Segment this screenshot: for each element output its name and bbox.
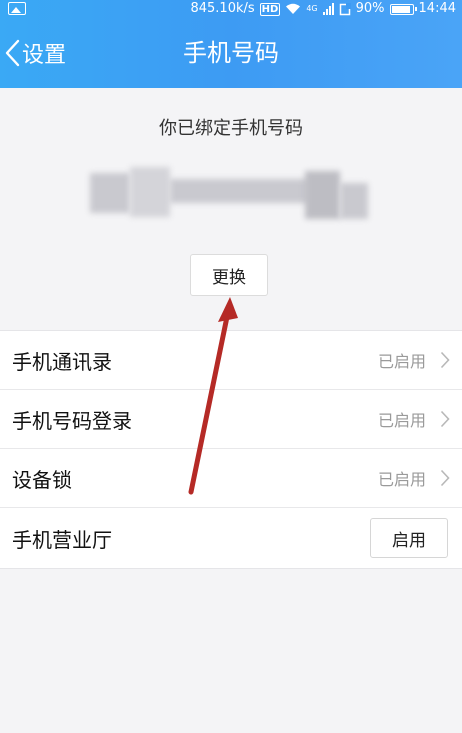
list-item-device-lock[interactable]: 设备锁 已启用 <box>0 449 462 508</box>
item-status: 已启用 <box>377 411 426 430</box>
wifi-icon <box>286 3 301 14</box>
list-item-mobile-service-hall: 手机营业厅 启用 <box>0 508 462 568</box>
battery-percent: 90% <box>355 1 385 16</box>
item-status: 已启用 <box>377 352 426 371</box>
list-item-phone-login[interactable]: 手机号码登录 已启用 <box>0 390 462 449</box>
rotation-lock-icon <box>339 2 351 15</box>
bound-phone-label: 你已绑定手机号码 <box>159 118 303 139</box>
settings-list: 手机通讯录 已启用 手机号码登录 已启用 设备锁 已启用 手机营业厅 启用 <box>0 330 462 569</box>
status-indicators: 845.10k/s HD 4G 90% 14:44 <box>190 0 456 18</box>
header-bar: 845.10k/s HD 4G 90% 14:44 设置 手机号码 <box>0 0 462 88</box>
item-label: 手机通讯录 <box>12 349 112 374</box>
chevron-left-icon <box>5 39 20 67</box>
navigation-bar: 设置 手机号码 <box>0 18 462 88</box>
clock: 14:44 <box>418 1 456 16</box>
change-phone-button[interactable]: 更换 <box>190 254 268 296</box>
signal-icon <box>322 3 334 15</box>
chevron-right-icon <box>440 469 450 487</box>
hd-voice-icon: HD <box>259 2 281 16</box>
network-type: 4G <box>306 4 318 13</box>
battery-icon <box>389 3 417 15</box>
chevron-right-icon <box>440 351 450 369</box>
list-item-contacts[interactable]: 手机通讯录 已启用 <box>0 331 462 390</box>
network-speed: 845.10k/s <box>190 1 255 16</box>
status-bar: 845.10k/s HD 4G 90% 14:44 <box>0 0 462 18</box>
item-label: 手机号码登录 <box>12 408 132 433</box>
back-button[interactable]: 设置 <box>0 18 90 88</box>
item-label: 手机营业厅 <box>12 527 112 552</box>
chevron-right-icon <box>440 410 450 428</box>
item-label: 设备锁 <box>12 467 72 492</box>
item-status: 已启用 <box>377 470 426 489</box>
enable-button[interactable]: 启用 <box>370 518 448 558</box>
image-notification-icon <box>8 2 26 15</box>
back-label: 设置 <box>22 43 67 68</box>
phone-number-redacted <box>90 165 370 225</box>
